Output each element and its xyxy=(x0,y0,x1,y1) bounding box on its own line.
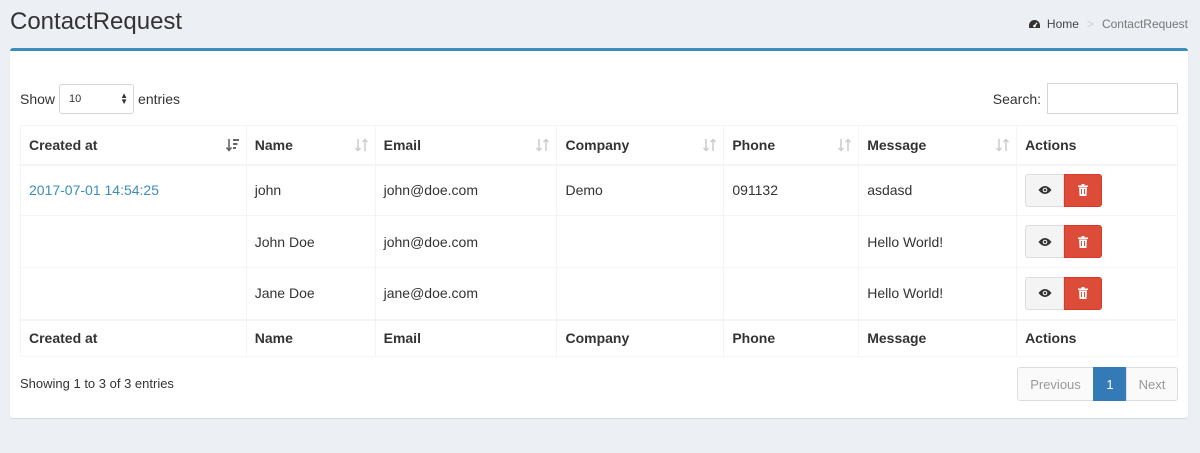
cell-company xyxy=(556,215,725,268)
column-header-label: Email xyxy=(383,136,421,153)
cell-actions xyxy=(1016,215,1178,268)
footer-name: Name xyxy=(245,318,376,357)
previous-page-button[interactable]: Previous xyxy=(1017,367,1094,401)
footer-actions: Actions xyxy=(1016,318,1178,357)
data-table-box: Show 10 ▲ ▼ entries Search: Created at N… xyxy=(10,48,1188,418)
breadcrumb-current: ContactRequest xyxy=(1101,17,1188,31)
next-page-button[interactable]: Next xyxy=(1126,367,1178,401)
sort-icon xyxy=(703,138,717,152)
view-button[interactable] xyxy=(1025,173,1065,207)
cell-created-at: 2017-07-01 14:54:25 xyxy=(20,164,247,216)
column-header-company[interactable]: Company xyxy=(556,125,725,166)
column-header-name[interactable]: Name xyxy=(245,125,376,166)
page-title: ContactRequest xyxy=(10,8,183,35)
table-row: John Doe john@doe.com Hello World! xyxy=(20,215,1178,268)
search-control: Search: xyxy=(993,83,1178,114)
view-button[interactable] xyxy=(1025,276,1065,310)
column-header-actions: Actions xyxy=(1016,125,1178,166)
breadcrumb: Home > ContactRequest xyxy=(1028,17,1188,31)
cell-phone xyxy=(723,215,860,268)
cell-message: Hello World! xyxy=(858,267,1018,320)
cell-email: john@doe.com xyxy=(374,164,558,216)
column-header-label: Name xyxy=(254,136,293,153)
entries-per-page-select[interactable]: 10 ▲ ▼ xyxy=(59,84,135,114)
show-label: Show xyxy=(20,91,56,107)
row-actions xyxy=(1025,225,1169,258)
cell-message: Hello World! xyxy=(858,215,1018,268)
column-header-label: Phone xyxy=(732,136,776,153)
search-input[interactable] xyxy=(1047,83,1178,114)
cell-message: asdasd xyxy=(858,164,1018,216)
pagination: Previous 1 Next xyxy=(1017,367,1178,401)
cell-name: John Doe xyxy=(245,215,376,268)
eye-icon xyxy=(1038,185,1052,195)
column-header-label: Company xyxy=(565,136,630,153)
row-actions xyxy=(1025,173,1169,207)
contact-request-table: Created at Name Email Company Phone Mess… xyxy=(20,125,1178,357)
eye-icon xyxy=(1038,237,1052,247)
page-1-button[interactable]: 1 xyxy=(1093,367,1127,401)
entries-per-page-value: 10 xyxy=(69,93,82,105)
table-row: Jane Doe jane@doe.com Hello World! xyxy=(20,267,1178,320)
delete-button[interactable] xyxy=(1064,225,1103,258)
column-header-created-at[interactable]: Created at xyxy=(20,125,247,166)
footer-message: Message xyxy=(858,318,1018,357)
cell-created-at xyxy=(20,215,247,268)
column-header-email[interactable]: Email xyxy=(374,125,558,166)
cell-phone: 091132 xyxy=(723,164,860,216)
search-label: Search: xyxy=(992,90,1041,107)
sort-icon xyxy=(996,138,1010,152)
breadcrumb-home-label: Home xyxy=(1046,17,1079,31)
cell-email: jane@doe.com xyxy=(374,267,558,320)
trash-icon xyxy=(1078,184,1089,197)
cell-actions xyxy=(1016,267,1178,320)
cell-actions xyxy=(1016,164,1178,216)
table-row: 2017-07-01 14:54:25 john john@doe.com De… xyxy=(20,164,1178,216)
column-header-label: Created at xyxy=(29,136,98,153)
view-button[interactable] xyxy=(1025,225,1065,258)
trash-icon xyxy=(1078,287,1089,300)
cell-created-at xyxy=(20,267,247,320)
select-arrows-icon: ▲ ▼ xyxy=(120,91,129,106)
length-control: Show 10 ▲ ▼ entries xyxy=(20,84,180,114)
footer-company: Company xyxy=(556,318,725,357)
table-info: Showing 1 to 3 of 3 entries xyxy=(20,376,174,391)
sort-icon xyxy=(536,138,550,152)
cell-email: john@doe.com xyxy=(374,215,558,268)
table-header-row: Created at Name Email Company Phone Mess… xyxy=(20,125,1178,166)
cell-phone xyxy=(723,267,860,320)
footer-created-at: Created at xyxy=(20,318,247,357)
cell-name: Jane Doe xyxy=(245,267,376,320)
row-actions xyxy=(1025,276,1169,310)
created-at-link[interactable]: 2017-07-01 14:54:25 xyxy=(29,182,159,198)
dashboard-icon xyxy=(1028,19,1041,29)
breadcrumb-home-link[interactable]: Home xyxy=(1028,17,1079,31)
column-header-label: Message xyxy=(867,136,927,153)
footer-phone: Phone xyxy=(723,318,860,357)
breadcrumb-separator: > xyxy=(1086,17,1094,31)
sort-icon xyxy=(838,138,852,152)
footer-email: Email xyxy=(374,318,558,357)
entries-label: entries xyxy=(138,91,181,107)
column-header-phone[interactable]: Phone xyxy=(723,125,860,166)
cell-company xyxy=(556,267,725,320)
trash-icon xyxy=(1078,235,1089,248)
sort-icon xyxy=(354,138,368,152)
table-footer-row: Created at Name Email Company Phone Mess… xyxy=(20,318,1178,357)
delete-button[interactable] xyxy=(1064,173,1103,207)
delete-button[interactable] xyxy=(1064,276,1103,310)
eye-icon xyxy=(1038,288,1052,298)
column-header-message[interactable]: Message xyxy=(858,125,1018,166)
cell-company: Demo xyxy=(556,164,725,216)
cell-name: john xyxy=(245,164,376,216)
sort-desc-icon xyxy=(225,138,239,152)
